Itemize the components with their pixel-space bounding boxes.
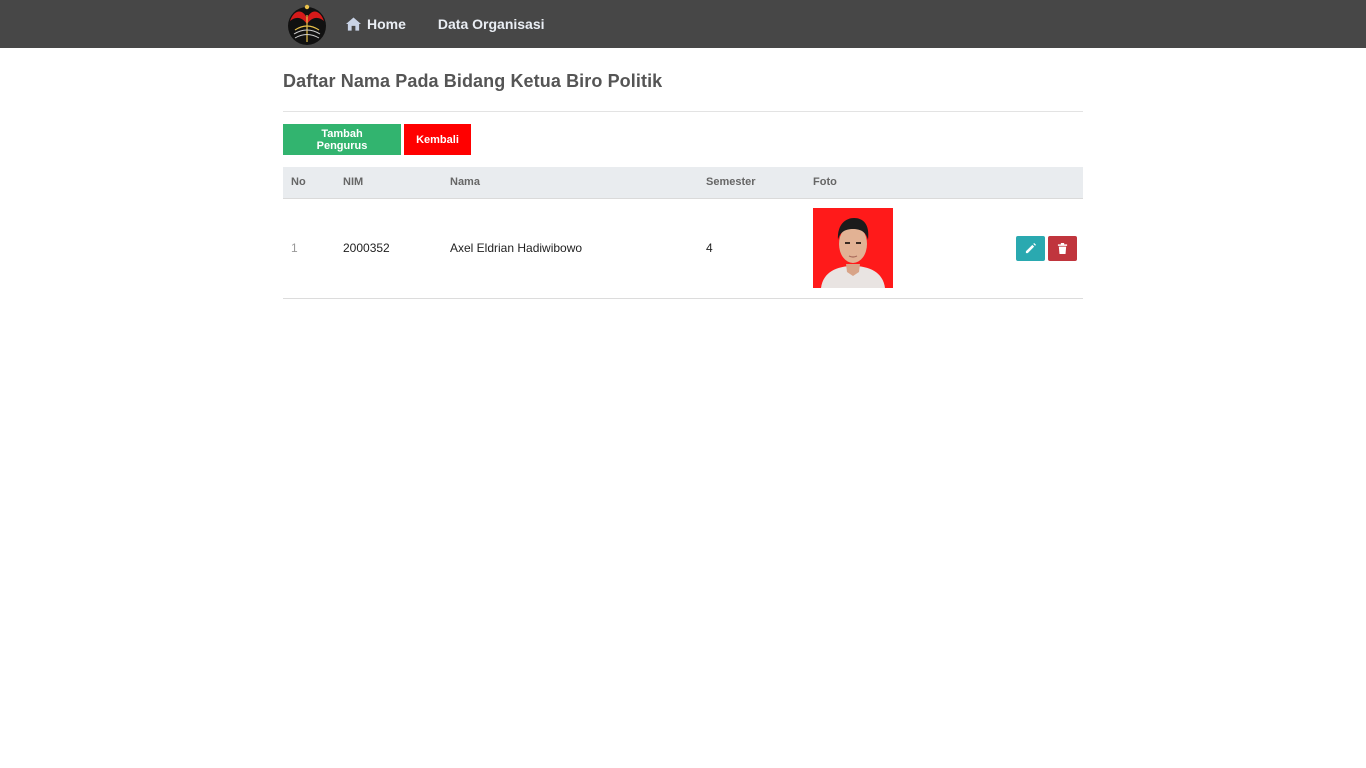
top-navbar: Home Data Organisasi <box>0 0 1366 48</box>
cell-foto <box>805 198 985 299</box>
edit-button[interactable] <box>1016 235 1045 261</box>
table-header-row: No NIM Nama Semester Foto <box>283 167 1083 199</box>
row-actions <box>993 235 1083 261</box>
nav-home-link[interactable]: Home <box>346 0 406 48</box>
add-member-button[interactable]: Tambah Pengurus <box>283 124 401 155</box>
header-actions <box>985 167 1083 199</box>
cell-nim: 2000352 <box>335 198 442 299</box>
home-icon <box>346 17 361 31</box>
main-content: Daftar Nama Pada Bidang Ketua Biro Polit… <box>283 48 1083 299</box>
delete-button[interactable] <box>1048 235 1077 261</box>
back-button[interactable]: Kembali <box>404 124 471 155</box>
trash-icon <box>1057 242 1068 254</box>
header-semester: Semester <box>698 167 805 199</box>
page-title: Daftar Nama Pada Bidang Ketua Biro Polit… <box>283 71 663 91</box>
navbar-inner: Home Data Organisasi <box>283 0 577 48</box>
header-nim: NIM <box>335 167 442 199</box>
nav-data-organisasi-label: Data Organisasi <box>437 16 545 32</box>
cell-nama: Axel Eldrian Hadiwibowo <box>442 198 698 299</box>
action-button-row: Tambah Pengurus Kembali <box>283 124 1083 155</box>
header-foto: Foto <box>805 167 985 199</box>
table-row: 1 2000352 Axel Eldrian Hadiwibowo 4 <box>283 198 1083 299</box>
members-table: No NIM Nama Semester Foto 1 2000352 Axel… <box>283 167 1083 299</box>
cell-no: 1 <box>283 198 335 299</box>
member-photo <box>813 208 893 288</box>
nav-data-organisasi-link[interactable]: Data Organisasi <box>438 0 545 48</box>
header-nama: Nama <box>442 167 698 199</box>
cell-semester: 4 <box>698 198 805 299</box>
university-logo-icon[interactable] <box>286 2 328 46</box>
title-divider <box>283 111 1083 112</box>
nav-home-label: Home <box>367 16 406 32</box>
edit-icon <box>1025 242 1036 253</box>
cell-actions <box>985 198 1083 299</box>
header-no: No <box>283 167 335 199</box>
